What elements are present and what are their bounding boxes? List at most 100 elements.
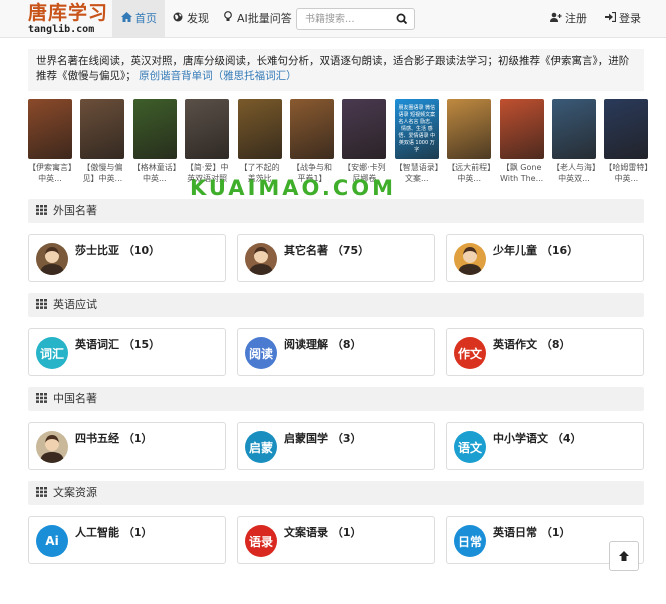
grid-icon — [36, 393, 47, 403]
confucius-portrait-icon — [36, 431, 68, 463]
book-cover — [552, 99, 596, 159]
grid-icon — [36, 205, 47, 215]
category-badge-icon: 启蒙 — [245, 431, 277, 463]
category-card[interactable]: 其它名著 （75） — [237, 234, 435, 282]
nav-ai-qa[interactable]: AI批量问答 — [214, 0, 300, 37]
lightbulb-icon — [222, 1, 234, 38]
book-cover — [185, 99, 230, 159]
search-box — [296, 8, 415, 30]
category-label: 文案语录 （1） — [284, 526, 362, 539]
category-label: 英语作文 （8） — [493, 338, 571, 351]
logo-chinese: 唐库学习 — [28, 2, 109, 24]
category-badge-icon: 阅读 — [245, 337, 277, 369]
book-title: 【智慧语录】文案... — [394, 163, 439, 183]
book-card[interactable]: 【格林童话】中英... — [132, 99, 177, 184]
section-title: 外国名著 — [53, 204, 97, 217]
login-label: 登录 — [619, 12, 641, 25]
section-header: 文案资源 — [28, 481, 644, 505]
section-title: 英语应试 — [53, 298, 97, 311]
nav-home[interactable]: 首页 — [112, 0, 165, 37]
navbar: 唐库学习 tanglib.com 首页 发现 AI批量问答 注册 登录 — [0, 0, 666, 38]
search-button[interactable] — [390, 9, 414, 29]
book-cover — [237, 99, 282, 159]
category-card[interactable]: 莎士比亚 （10） — [28, 234, 226, 282]
category-badge-icon: Ai — [36, 525, 68, 557]
book-title: 【老人与海】中英双... — [552, 163, 596, 183]
category-label: 启蒙国学 （3） — [284, 432, 362, 445]
site-intro: 世界名著在线阅读，英汉对照，唐库分级阅读，长难句分析，双语逐句朗读，适合影子跟读… — [28, 49, 644, 91]
category-card[interactable]: 作文 英语作文 （8） — [446, 328, 644, 376]
mnemonic-vocab-link[interactable]: 原创谐音背单词（雅思托福词汇） — [139, 70, 297, 82]
sign-in-icon — [604, 1, 616, 38]
child-character-icon — [454, 243, 486, 275]
book-card[interactable]: 【飘 Gone With The... — [499, 99, 544, 184]
section-header: 外国名著 — [28, 199, 644, 223]
category-card[interactable]: 语录 文案语录 （1） — [237, 516, 435, 564]
section-title: 中国名著 — [53, 392, 97, 405]
category-label: 英语日常 （1） — [493, 526, 571, 539]
category-card[interactable]: 四书五经 （1） — [28, 422, 226, 470]
book-title: 【远大前程】中英... — [447, 163, 492, 183]
login-link[interactable]: 登录 — [596, 0, 649, 37]
category-label: 其它名著 （75） — [284, 244, 370, 257]
section-header: 中国名著 — [28, 387, 644, 411]
book-cover — [28, 99, 72, 159]
book-cover — [132, 99, 177, 159]
nav-ai-qa-label: AI批量问答 — [237, 12, 292, 25]
category-card[interactable]: 启蒙 启蒙国学 （3） — [237, 422, 435, 470]
book-cover — [447, 99, 492, 159]
category-label: 阅读理解 （8） — [284, 338, 362, 351]
category-label: 人工智能 （1） — [75, 526, 153, 539]
grid-icon — [36, 487, 47, 497]
category-badge-icon: 语文 — [454, 431, 486, 463]
category-badge-icon: 作文 — [454, 337, 486, 369]
book-card[interactable]: 【哈姆雷特】中英... — [604, 99, 649, 184]
book-cover — [604, 99, 649, 159]
book-cover — [80, 99, 125, 159]
category-label: 少年儿童 （16） — [493, 244, 579, 257]
book-title: 【哈姆雷特】中英... — [604, 163, 649, 183]
category-card[interactable]: 阅读 阅读理解 （8） — [237, 328, 435, 376]
book-card[interactable]: 【老人与海】中英双... — [552, 99, 596, 184]
logo-domain: tanglib.com — [28, 24, 95, 35]
book-card[interactable]: 【简·爱】中英双语对照 — [185, 99, 230, 184]
shakespeare-portrait-icon — [36, 243, 68, 275]
arrow-up-icon — [619, 551, 629, 561]
category-card[interactable]: 少年儿童 （16） — [446, 234, 644, 282]
register-label: 注册 — [565, 12, 587, 25]
category-badge-icon: 词汇 — [36, 337, 68, 369]
category-label: 四书五经 （1） — [75, 432, 153, 445]
category-label: 莎士比亚 （10） — [75, 244, 161, 257]
book-card[interactable]: 【伊索寓言】中英... — [28, 99, 72, 184]
search-icon — [396, 13, 408, 25]
category-card[interactable]: Ai 人工智能 （1） — [28, 516, 226, 564]
book-card[interactable]: 朋友圈语录 微信语录 短视频文案 名人名言 励志、情感、生活 感悟、爱情语录 中… — [394, 99, 439, 184]
book-card[interactable]: 【远大前程】中英... — [447, 99, 492, 184]
book-title: 【傲慢与偏见】中英... — [82, 163, 123, 183]
book-cover — [290, 99, 334, 159]
book-cover-text: 朋友圈语录 微信语录 短视频文案 名人名言 励志、情感、生活 感悟、爱情语录 中… — [398, 104, 436, 153]
register-link[interactable]: 注册 — [542, 0, 595, 37]
section-title: 文案资源 — [53, 486, 97, 499]
site-logo[interactable]: 唐库学习 tanglib.com — [28, 2, 109, 36]
book-title: 【格林童话】中英... — [132, 163, 177, 183]
search-input[interactable] — [297, 9, 389, 29]
category-card[interactable]: 语文 中小学语文 （4） — [446, 422, 644, 470]
book-card[interactable]: 【了不起的盖茨比 Th... — [237, 99, 282, 184]
section-header: 英语应试 — [28, 293, 644, 317]
user-plus-icon — [550, 1, 562, 38]
back-to-top-button[interactable] — [609, 541, 639, 571]
book-card[interactable]: 【傲慢与偏见】中英... — [80, 99, 125, 184]
category-badge-icon: 语录 — [245, 525, 277, 557]
book-card[interactable]: 【安娜·卡列尼娜卷1】... — [342, 99, 387, 184]
book-card[interactable]: 【战争与和平卷1】中... — [290, 99, 334, 184]
book-title: 【伊索寓言】中英... — [28, 163, 72, 183]
category-badge-icon: 日常 — [454, 525, 486, 557]
category-label: 中小学语文 （4） — [493, 432, 582, 445]
book-title: 【飘 Gone With The... — [499, 163, 544, 183]
category-card[interactable]: 词汇 英语词汇 （15） — [28, 328, 226, 376]
nav-discover[interactable]: 发现 — [164, 0, 217, 37]
author-portrait-icon — [245, 243, 277, 275]
globe-icon — [172, 1, 184, 38]
watermark-text: KUAIMAO.COM — [190, 176, 397, 200]
